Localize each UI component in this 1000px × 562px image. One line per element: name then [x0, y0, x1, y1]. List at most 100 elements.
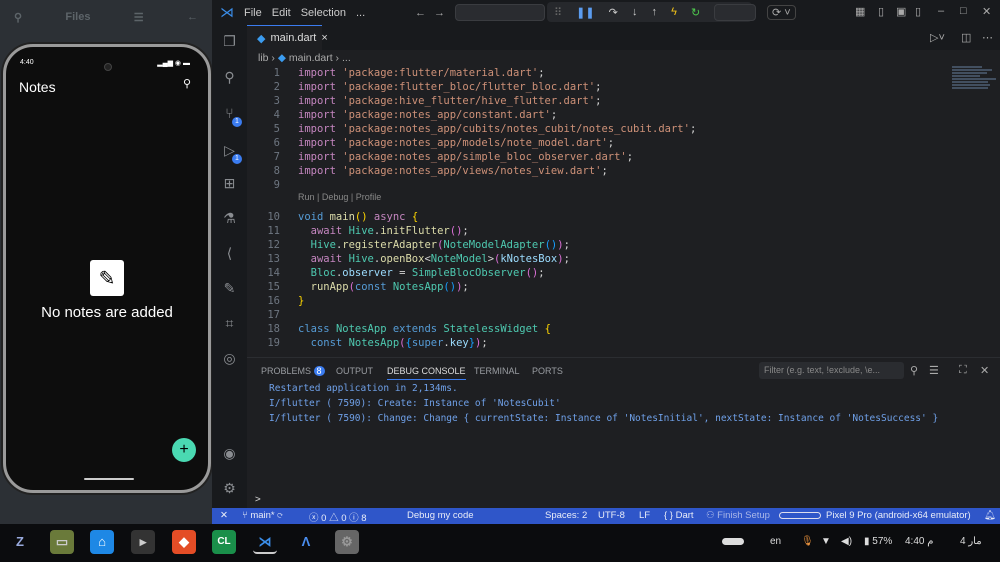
- account-icon[interactable]: ◉: [220, 445, 239, 464]
- toggle-sidebar-icon[interactable]: ▯: [878, 5, 884, 18]
- code-line[interactable]: }: [298, 295, 304, 307]
- breadcrumb-more[interactable]: ...: [342, 52, 351, 64]
- console-filter-input[interactable]: Filter (e.g. text, !exclude, \e...: [759, 362, 904, 379]
- code-line[interactable]: await Hive.openBox<NoteModel>(kNotesBox)…: [298, 253, 570, 265]
- debug-status[interactable]: Debug my code: [407, 510, 474, 521]
- terminal-icon[interactable]: ▸: [131, 530, 155, 554]
- remote-icon[interactable]: ✕: [220, 510, 228, 521]
- breadcrumb-file[interactable]: main.dart: [289, 52, 333, 64]
- clock-time[interactable]: 4:40 م: [905, 536, 933, 547]
- command-center[interactable]: [455, 4, 545, 21]
- code-line[interactable]: import 'package:notes_app/models/note_mo…: [298, 137, 614, 149]
- code-line[interactable]: import 'package:notes_app/simple_bloc_ob…: [298, 151, 633, 163]
- run-debug-dropdown-icon[interactable]: ▷˅: [930, 31, 945, 44]
- back-arrow-icon[interactable]: ←: [415, 7, 426, 19]
- eol[interactable]: LF: [639, 510, 650, 521]
- breadcrumb-folder[interactable]: lib: [258, 52, 269, 64]
- wifi-icon[interactable]: ▼: [821, 536, 831, 547]
- close-panel-icon[interactable]: ✕: [980, 364, 989, 377]
- tab-debug-console[interactable]: DEBUG CONSOLE: [387, 366, 466, 380]
- code-line[interactable]: const NotesApp({super.key});: [298, 337, 488, 349]
- code-line[interactable]: import 'package:flutter/material.dart';: [298, 67, 545, 79]
- code-line[interactable]: void main() async {: [298, 211, 418, 223]
- minimize-icon[interactable]: –: [938, 5, 944, 17]
- code-line[interactable]: import 'package:hive_flutter/hive_flutte…: [298, 95, 601, 107]
- remote-explorer-icon[interactable]: ⌗: [220, 315, 239, 334]
- notifications-icon[interactable]: 🔔︎: [984, 510, 996, 521]
- tab-main-dart[interactable]: ◆ main.dart ×: [247, 25, 328, 50]
- run-debug-icon[interactable]: ▷ 1: [220, 142, 242, 164]
- branch[interactable]: ⑂ main* ⟳: [242, 510, 283, 521]
- settings-taskbar-icon[interactable]: ⚙: [335, 530, 359, 554]
- code-line[interactable]: import 'package:notes_app/cubits/notes_c…: [298, 123, 696, 135]
- code-line[interactable]: runApp(const NotesApp());: [298, 281, 469, 293]
- step-into-icon[interactable]: ↓: [632, 6, 638, 18]
- problems-status[interactable]: ⓧ 0 △ 0 ⓘ 8: [309, 510, 367, 524]
- android-studio-icon[interactable]: Λ: [294, 530, 318, 554]
- search-icon[interactable]: ⚲: [178, 77, 196, 95]
- edit-icon[interactable]: ✎: [220, 280, 239, 299]
- indentation[interactable]: Spaces: 2: [545, 510, 587, 521]
- close-tab-icon[interactable]: ×: [321, 32, 327, 44]
- step-out-icon[interactable]: ↑: [652, 6, 658, 18]
- customize-layout-icon[interactable]: ▦: [855, 5, 865, 18]
- step-over-icon[interactable]: ↷: [609, 6, 618, 19]
- more-actions-icon[interactable]: ⋯: [982, 31, 993, 44]
- hot-reload-icon[interactable]: ϟ: [671, 6, 677, 18]
- code-line[interactable]: import 'package:flutter_bloc/flutter_blo…: [298, 81, 601, 93]
- microphone-icon[interactable]: 🎙︎: [801, 536, 814, 547]
- menu-edit[interactable]: Edit: [272, 7, 291, 19]
- drag-handle-icon[interactable]: ⠿: [554, 6, 562, 19]
- search-box[interactable]: [714, 4, 756, 21]
- battery-icon[interactable]: ▮ 57%: [864, 536, 892, 547]
- copilot-icon[interactable]: ⟳ ˅: [767, 5, 796, 20]
- split-editor-icon[interactable]: ◫: [961, 31, 971, 44]
- code-line[interactable]: Hive.registerAdapter(NoteModelAdapter())…: [298, 239, 570, 251]
- brave-browser-icon[interactable]: ◆: [172, 530, 196, 554]
- pause-icon[interactable]: ❚❚: [576, 6, 594, 19]
- menu-file[interactable]: File: [244, 7, 262, 19]
- source-control-icon[interactable]: ⑂ 1: [220, 105, 242, 127]
- keyboard-language[interactable]: en: [770, 536, 781, 547]
- software-store-icon[interactable]: ⌂: [90, 530, 114, 554]
- code-editor[interactable]: Run | Debug | Profile 1 import 'package:f…: [247, 66, 1000, 356]
- code-line[interactable]: await Hive.initFlutter();: [298, 225, 469, 237]
- code-line[interactable]: Bloc.observer = SimpleBlocObserver();: [298, 267, 545, 279]
- file-manager-icon[interactable]: ▭: [50, 530, 74, 554]
- tab-problems[interactable]: PROBLEMS 8: [261, 366, 325, 376]
- menu-icon[interactable]: ☰: [134, 11, 144, 24]
- clock-date[interactable]: 4 مار: [960, 536, 982, 547]
- menu-more[interactable]: ...: [356, 7, 365, 19]
- code-line[interactable]: class NotesApp extends StatelessWidget {: [298, 323, 551, 335]
- workspace-indicator[interactable]: [722, 538, 744, 545]
- toggle-secondary-sidebar-icon[interactable]: ▯: [915, 5, 921, 18]
- encoding[interactable]: UTF-8: [598, 510, 625, 521]
- code-line[interactable]: import 'package:notes_app/constant.dart'…: [298, 109, 557, 121]
- toggle-panel-icon[interactable]: ▣: [896, 5, 906, 18]
- flutter-icon[interactable]: ⟨: [220, 245, 239, 264]
- explorer-icon[interactable]: ❐: [220, 33, 239, 52]
- search-icon[interactable]: ⚲: [910, 364, 918, 377]
- preview-icon[interactable]: ◎: [220, 350, 239, 369]
- search-icon[interactable]: ⚲: [14, 11, 22, 24]
- zorin-menu-icon[interactable]: Z: [8, 530, 32, 554]
- maximize-icon[interactable]: □: [960, 5, 967, 17]
- minimap[interactable]: [952, 66, 997, 96]
- restart-icon[interactable]: ↻: [691, 6, 700, 19]
- settings-gear-icon[interactable]: ⚙: [220, 480, 239, 499]
- finish-setup[interactable]: ⚇ Finish Setup: [706, 510, 770, 521]
- language-mode[interactable]: { } Dart: [664, 510, 694, 521]
- tab-ports[interactable]: PORTS: [532, 366, 563, 376]
- back-arrow-icon[interactable]: ←: [187, 11, 198, 23]
- code-line[interactable]: import 'package:notes_app/views/notes_vi…: [298, 165, 608, 177]
- menu-selection[interactable]: Selection: [301, 7, 346, 19]
- testing-icon[interactable]: ⚗: [220, 210, 239, 229]
- clion-icon[interactable]: CL: [212, 530, 236, 554]
- search-icon[interactable]: ⚲: [220, 69, 239, 88]
- codelens[interactable]: Run | Debug | Profile: [298, 192, 381, 202]
- tab-output[interactable]: OUTPUT: [336, 366, 373, 376]
- device-selector[interactable]: Pixel 9 Pro (android-x64 emulator): [826, 510, 971, 521]
- tab-terminal[interactable]: TERMINAL: [474, 366, 520, 376]
- volume-icon[interactable]: ◀): [841, 536, 852, 547]
- extensions-icon[interactable]: ⊞: [220, 175, 239, 194]
